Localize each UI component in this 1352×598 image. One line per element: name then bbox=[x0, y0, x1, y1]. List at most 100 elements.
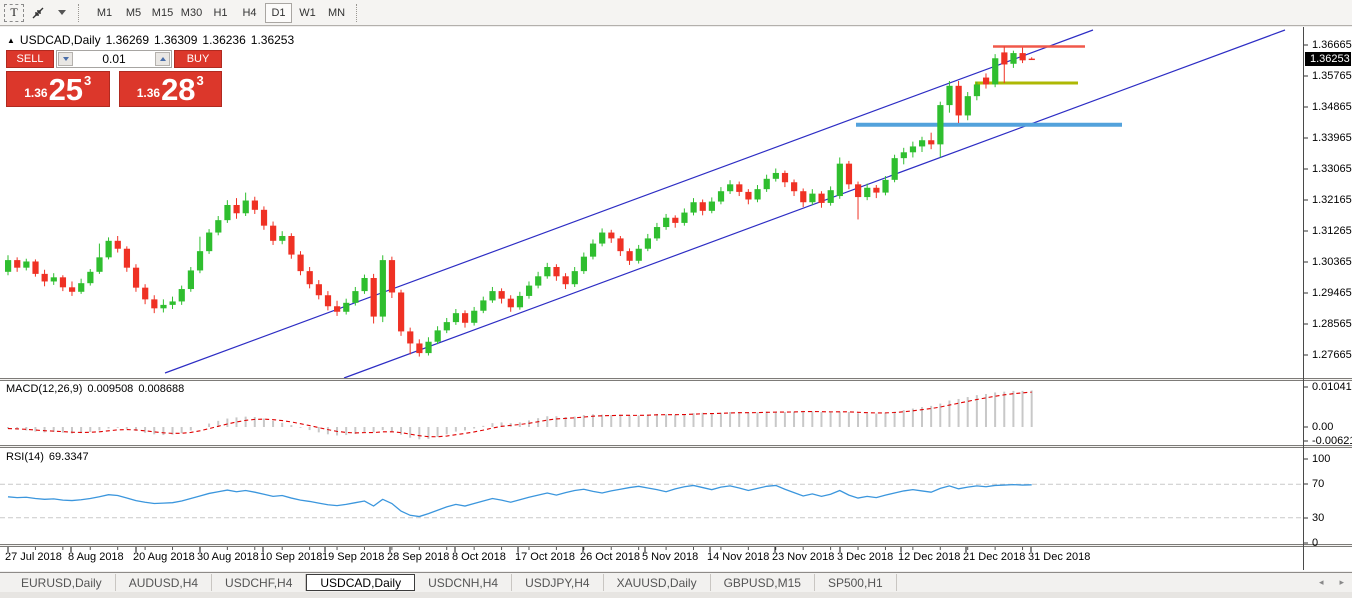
period-button-m30[interactable]: M30 bbox=[178, 3, 205, 23]
rsi-tick: 30 bbox=[1312, 512, 1324, 524]
symbol-period-label: USDCAD,Daily bbox=[20, 33, 101, 47]
ohlc-high: 1.36309 bbox=[154, 33, 197, 47]
period-button-m1[interactable]: M1 bbox=[91, 3, 118, 23]
cycle-arrows-button[interactable] bbox=[26, 3, 50, 23]
date-tick: 10 Sep 2018 bbox=[260, 551, 322, 563]
buy-price-panel[interactable]: 1.36 28 3 bbox=[119, 71, 223, 107]
status-strip bbox=[0, 592, 1352, 598]
period-button-m5[interactable]: M5 bbox=[120, 3, 147, 23]
chart-canvas[interactable] bbox=[0, 27, 1352, 571]
price-tick: 1.33065 bbox=[1312, 163, 1352, 175]
price-tick: 1.31265 bbox=[1312, 225, 1352, 237]
sell-price-point: 3 bbox=[84, 73, 91, 88]
chevron-down-icon bbox=[58, 10, 66, 15]
chart-tab-eurusd[interactable]: EURUSD,Daily bbox=[8, 574, 116, 591]
buy-button[interactable]: BUY bbox=[174, 50, 222, 68]
period-buttons: M1M5M15M30H1H4D1W1MN bbox=[90, 3, 351, 23]
caret-up-icon bbox=[160, 57, 166, 61]
date-tick: 28 Sep 2018 bbox=[387, 551, 449, 563]
volume-decrease-button[interactable] bbox=[58, 52, 73, 66]
price-tick: 1.30365 bbox=[1312, 256, 1352, 268]
text-label-tool-button[interactable]: T bbox=[4, 4, 24, 22]
toolbar: T M1M5M15M30H1H4D1W1MN bbox=[0, 0, 1352, 26]
date-tick: 12 Dec 2018 bbox=[898, 551, 960, 563]
rsi-tick: 0 bbox=[1312, 537, 1318, 549]
rsi-value: 69.3347 bbox=[49, 451, 89, 463]
period-button-mn[interactable]: MN bbox=[323, 3, 350, 23]
date-tick: 26 Oct 2018 bbox=[580, 551, 640, 563]
date-tick: 3 Dec 2018 bbox=[837, 551, 893, 563]
chart-tab-xauusd[interactable]: XAUUSD,Daily bbox=[604, 574, 711, 591]
current-price-badge: 1.36253 bbox=[1305, 52, 1351, 66]
date-tick: 8 Aug 2018 bbox=[68, 551, 124, 563]
date-tick: 21 Dec 2018 bbox=[963, 551, 1025, 563]
toolbar-grip[interactable] bbox=[78, 4, 85, 22]
collapse-triangle-icon[interactable]: ▲ bbox=[7, 36, 15, 45]
price-tick: 1.27665 bbox=[1312, 349, 1352, 361]
rsi-label: RSI(14) 69.3347 bbox=[6, 451, 89, 463]
date-tick: 19 Sep 2018 bbox=[322, 551, 384, 563]
ohlc-low: 1.36236 bbox=[202, 33, 245, 47]
one-click-trading-widget: SELL 0.01 BUY 1.36 25 3 1.36 28 3 bbox=[6, 50, 222, 107]
chart-header: ▲ USDCAD,Daily 1.36269 1.36309 1.36236 1… bbox=[7, 33, 294, 47]
date-tick: 14 Nov 2018 bbox=[707, 551, 769, 563]
chart-tab-sp500[interactable]: SP500,H1 bbox=[815, 574, 897, 591]
main-macd-splitter[interactable] bbox=[0, 378, 1352, 381]
sell-price-pips: 25 bbox=[49, 76, 83, 104]
chart-tab-usdjpy[interactable]: USDJPY,H4 bbox=[512, 574, 603, 591]
rsi-tick: 100 bbox=[1312, 453, 1330, 465]
tab-scroll-left-icon[interactable]: ◂ bbox=[1319, 577, 1324, 587]
chart-tab-usdcnh[interactable]: USDCNH,H4 bbox=[415, 574, 512, 591]
ohlc-open: 1.36269 bbox=[106, 33, 149, 47]
volume-input[interactable]: 0.01 bbox=[74, 52, 154, 66]
sell-button[interactable]: SELL bbox=[6, 50, 54, 68]
volume-increase-button[interactable] bbox=[155, 52, 170, 66]
terminal-window: T M1M5M15M30H1H4D1W1MN ▲ USDCAD,Daily 1.… bbox=[0, 0, 1352, 598]
chart-tab-usdchf[interactable]: USDCHF,H4 bbox=[212, 574, 306, 591]
period-button-w1[interactable]: W1 bbox=[294, 3, 321, 23]
period-button-d1[interactable]: D1 bbox=[265, 3, 292, 23]
price-tick: 1.36665 bbox=[1312, 39, 1352, 51]
rsi-date-splitter[interactable] bbox=[0, 544, 1352, 547]
date-tick: 30 Aug 2018 bbox=[197, 551, 259, 563]
sell-price-panel[interactable]: 1.36 25 3 bbox=[6, 71, 110, 107]
price-tick: 1.34865 bbox=[1312, 101, 1352, 113]
macd-tick: 0.00 bbox=[1312, 421, 1333, 433]
axis-divider bbox=[1303, 27, 1304, 570]
tab-scroll-right-icon[interactable]: ▸ bbox=[1339, 577, 1344, 587]
macd-signal-value: 0.008688 bbox=[138, 383, 184, 395]
price-tick: 1.32165 bbox=[1312, 194, 1352, 206]
chart-tab-gbpusd[interactable]: GBPUSD,M15 bbox=[711, 574, 815, 591]
macd-label: MACD(12,26,9) 0.009508 0.008688 bbox=[6, 383, 184, 395]
volume-stepper: 0.01 bbox=[56, 50, 172, 68]
buy-price-point: 3 bbox=[197, 73, 204, 88]
caret-down-icon bbox=[63, 57, 69, 61]
macd-main-value: 0.009508 bbox=[87, 383, 133, 395]
period-button-h1[interactable]: H1 bbox=[207, 3, 234, 23]
chart-tabbar: EURUSD,DailyAUDUSD,H4USDCHF,H4USDCAD,Dai… bbox=[0, 572, 1352, 592]
date-tick: 20 Aug 2018 bbox=[133, 551, 195, 563]
date-tick: 31 Dec 2018 bbox=[1028, 551, 1090, 563]
price-tick: 1.33965 bbox=[1312, 132, 1352, 144]
cycle-arrows-icon bbox=[31, 6, 45, 20]
chart-region: ▲ USDCAD,Daily 1.36269 1.36309 1.36236 1… bbox=[0, 27, 1352, 571]
toolbar-grip-2[interactable] bbox=[356, 4, 363, 22]
chart-tab-audusd[interactable]: AUDUSD,H4 bbox=[116, 574, 212, 591]
macd-tick: 0.010412 bbox=[1312, 381, 1352, 393]
rsi-tick: 70 bbox=[1312, 478, 1324, 490]
tab-scroll-arrows: ◂ ▸ bbox=[1319, 577, 1344, 587]
date-tick: 5 Nov 2018 bbox=[642, 551, 698, 563]
macd-tick: -0.006215 bbox=[1312, 435, 1352, 447]
sell-price-whole: 1.36 bbox=[24, 86, 47, 100]
ohlc-close: 1.36253 bbox=[251, 33, 294, 47]
date-tick: 8 Oct 2018 bbox=[452, 551, 506, 563]
chart-tabs: EURUSD,DailyAUDUSD,H4USDCHF,H4USDCAD,Dai… bbox=[8, 574, 897, 591]
macd-rsi-splitter[interactable] bbox=[0, 445, 1352, 448]
date-tick: 23 Nov 2018 bbox=[772, 551, 834, 563]
cycle-arrows-dropdown[interactable] bbox=[52, 3, 72, 23]
chart-tab-usdcad[interactable]: USDCAD,Daily bbox=[306, 574, 415, 591]
price-tick: 1.29465 bbox=[1312, 287, 1352, 299]
period-button-h4[interactable]: H4 bbox=[236, 3, 263, 23]
date-tick: 27 Jul 2018 bbox=[5, 551, 62, 563]
period-button-m15[interactable]: M15 bbox=[149, 3, 176, 23]
